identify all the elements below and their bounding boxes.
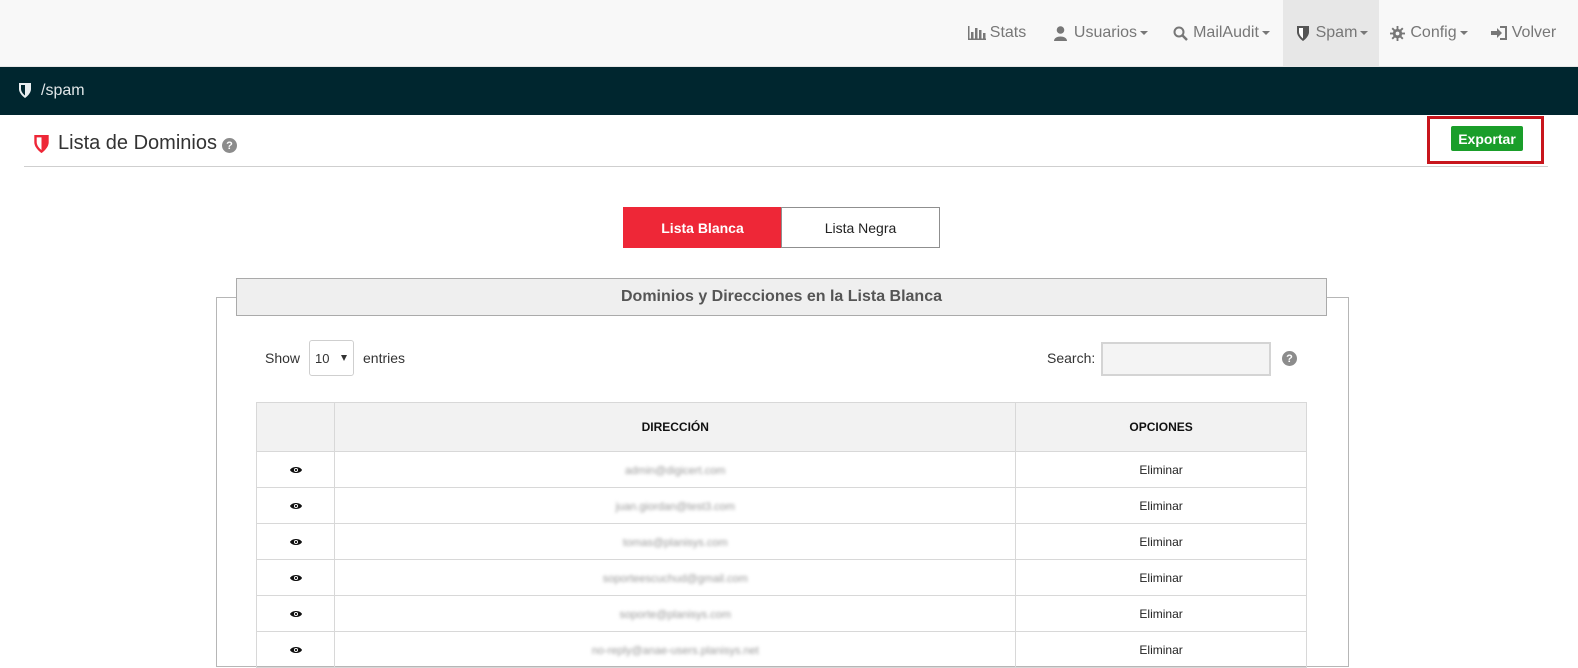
shield-icon	[19, 83, 33, 99]
eye-icon	[289, 610, 302, 617]
direccion-value: juan.giordan@test3.com	[615, 500, 735, 513]
chevron-down-icon	[1360, 31, 1369, 35]
table-row: admin@digicert.com Eliminar	[255, 451, 1307, 488]
show-label: Show	[265, 350, 301, 366]
nav-mailaudit[interactable]: MailAudit	[1163, 0, 1278, 66]
chevron-down-icon	[341, 355, 347, 361]
column-header-opciones[interactable]: OPCIONES	[1015, 402, 1307, 452]
view-button[interactable]	[255, 451, 336, 488]
eliminar-link[interactable]: Eliminar	[1015, 595, 1307, 632]
eye-icon	[289, 502, 302, 509]
view-button[interactable]	[255, 523, 336, 560]
nav-stats-label: Stats	[989, 24, 1027, 41]
eye-icon	[289, 466, 302, 473]
view-button[interactable]	[255, 487, 336, 524]
entries-select-value: 10	[315, 350, 330, 366]
help-icon[interactable]: ?	[1282, 351, 1297, 366]
page-title-text: Lista de Dominios	[58, 132, 217, 154]
eye-icon	[289, 538, 302, 545]
nav-spam[interactable]: Spam	[1283, 0, 1379, 66]
direccion-value: tomas@planisys.com	[622, 536, 728, 549]
direccion-cell: admin@digicert.com	[334, 451, 1017, 488]
search-icon	[1171, 25, 1189, 41]
view-button[interactable]	[255, 559, 336, 596]
table-row: soporte@planisys.com Eliminar	[255, 595, 1307, 632]
direccion-cell: soporte@planisys.com	[334, 595, 1017, 632]
direccion-cell: soporteescuchud@gmail.com	[334, 559, 1017, 596]
user-icon	[1052, 25, 1070, 41]
direccion-cell: no-reply@anae-users.planisys.net	[334, 631, 1017, 668]
nav-config[interactable]: Config	[1384, 0, 1472, 66]
tab-lista-negra[interactable]: Lista Negra	[781, 207, 940, 248]
direccion-cell: juan.giordan@test3.com	[334, 487, 1017, 524]
chevron-down-icon	[1459, 31, 1468, 35]
eliminar-link[interactable]: Eliminar	[1015, 451, 1307, 488]
nav-spam-label: Spam	[1315, 24, 1358, 41]
direccion-cell: tomas@planisys.com	[334, 523, 1017, 560]
direccion-value: admin@digicert.com	[625, 464, 726, 477]
view-button[interactable]	[255, 595, 336, 632]
nav-volver[interactable]: Volver	[1482, 0, 1564, 66]
eye-icon	[289, 574, 302, 581]
page-title: Lista de Dominios ?	[34, 132, 237, 155]
nav-usuarios-label: Usuarios	[1073, 24, 1138, 41]
shield-icon	[1294, 25, 1312, 41]
entries-select[interactable]: 10	[309, 340, 354, 376]
nav-config-label: Config	[1410, 24, 1457, 41]
eye-icon	[289, 646, 302, 653]
sign-in-icon	[1490, 25, 1508, 41]
whitelist-table: DIRECCIÓN OPCIONES admin@digicert.com El…	[255, 402, 1307, 668]
column-header-view[interactable]	[255, 402, 336, 452]
eliminar-link[interactable]: Eliminar	[1015, 559, 1307, 596]
table-row: soporteescuchud@gmail.com Eliminar	[255, 559, 1307, 596]
nav-stats[interactable]: Stats	[957, 0, 1037, 66]
entries-label: entries	[363, 350, 406, 366]
search-input[interactable]	[1101, 342, 1271, 376]
nav-usuarios[interactable]: Usuarios	[1045, 0, 1155, 66]
bar-chart-icon	[967, 25, 986, 41]
table-row: tomas@planisys.com Eliminar	[255, 523, 1307, 560]
panel-title: Dominios y Direcciones en la Lista Blanc…	[236, 278, 1327, 316]
nav-volver-label: Volver	[1511, 24, 1557, 41]
eliminar-link[interactable]: Eliminar	[1015, 487, 1307, 524]
direccion-value: soporteescuchud@gmail.com	[602, 572, 748, 585]
search-label: Search:	[1047, 350, 1096, 366]
breadcrumb-path: /spam	[41, 82, 85, 99]
table-row: juan.giordan@test3.com Eliminar	[255, 487, 1307, 524]
top-navbar: Stats Usuarios MailAudit Spam Config Vol…	[0, 0, 1578, 67]
nav-mailaudit-label: MailAudit	[1193, 24, 1259, 41]
breadcrumb: /spam	[0, 67, 1578, 115]
eliminar-link[interactable]: Eliminar	[1015, 523, 1307, 560]
column-header-direccion[interactable]: DIRECCIÓN	[334, 402, 1017, 452]
chevron-down-icon	[1261, 31, 1270, 35]
shield-icon	[34, 134, 49, 153]
chevron-down-icon	[1140, 31, 1149, 35]
tab-lista-blanca[interactable]: Lista Blanca	[623, 207, 782, 248]
view-button[interactable]	[255, 631, 336, 668]
direccion-value: no-reply@anae-users.planisys.net	[591, 644, 759, 657]
table-row: no-reply@anae-users.planisys.net Elimina…	[255, 631, 1307, 668]
gear-icon	[1388, 25, 1406, 41]
direccion-value: soporte@planisys.com	[619, 608, 731, 621]
eliminar-link[interactable]: Eliminar	[1015, 631, 1307, 668]
help-icon[interactable]: ?	[221, 138, 237, 153]
table-header-row: DIRECCIÓN OPCIONES	[255, 402, 1307, 452]
title-divider	[24, 166, 1548, 167]
export-button[interactable]: Exportar	[1451, 126, 1523, 151]
